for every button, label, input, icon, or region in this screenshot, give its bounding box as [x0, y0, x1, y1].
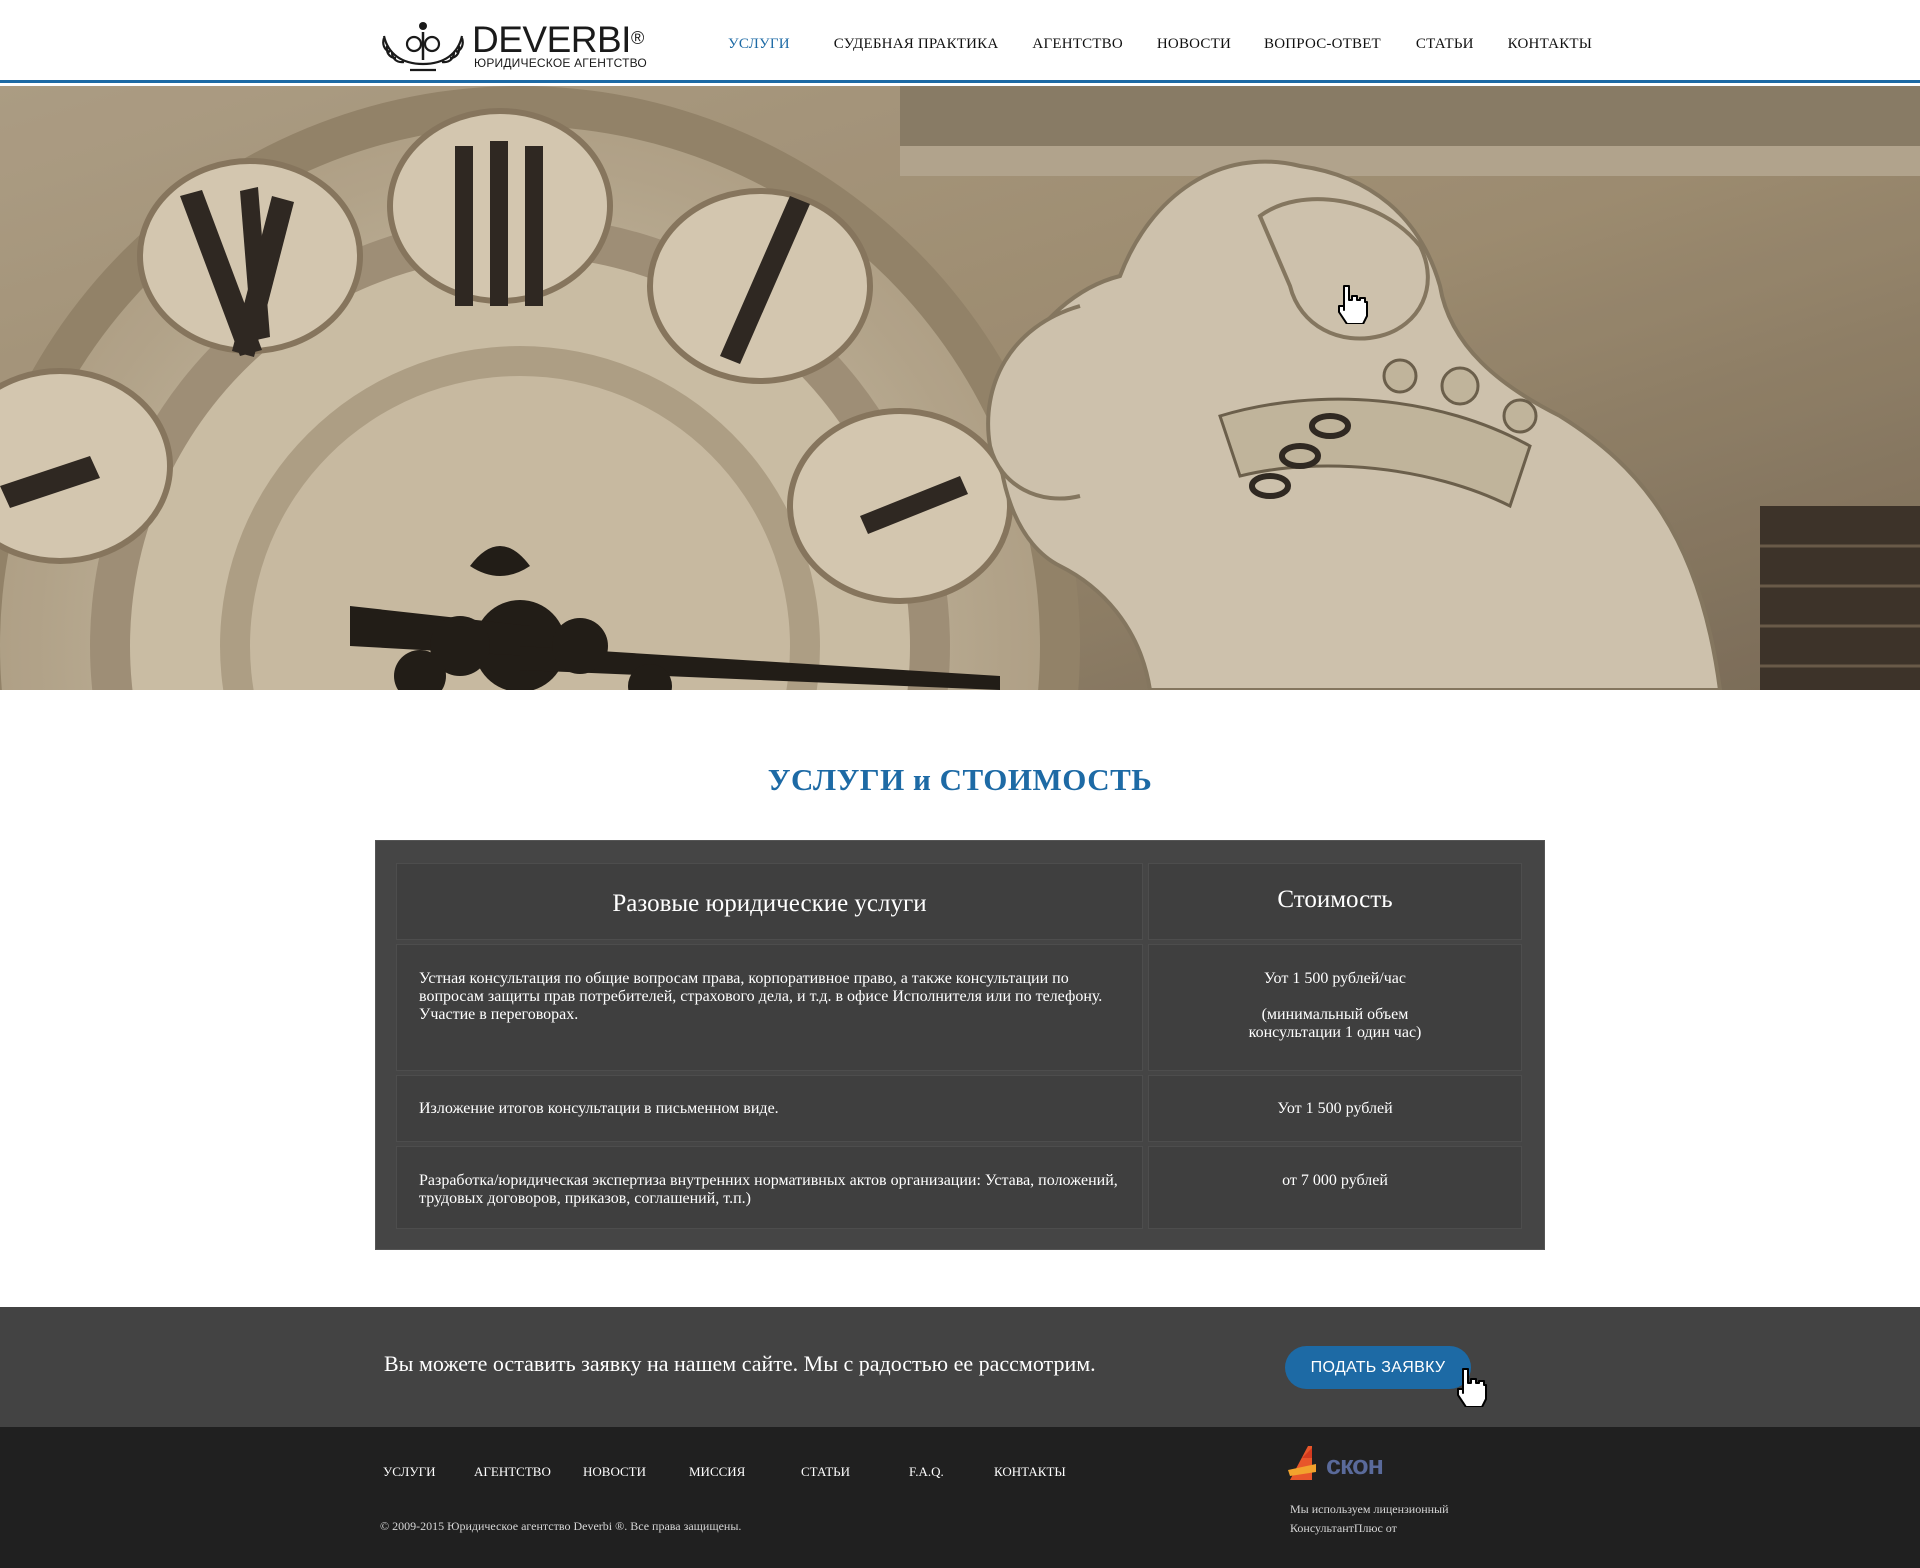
footer-link-faq[interactable]: F.A.Q. [909, 1464, 944, 1480]
nav-item-agency[interactable]: АГЕНТСТВО [1032, 36, 1122, 56]
nav-item-articles[interactable]: СТАТЬИ [1416, 36, 1474, 56]
table-row-service: Разработка/юридическая экспертиза внутре… [396, 1146, 1143, 1229]
table-header-service: Разовые юридические услуги [396, 863, 1143, 940]
nav-item-services[interactable]: УСЛУГИ [728, 36, 790, 56]
site-header: DEVERBI® ЮРИДИЧЕСКОЕ АГЕНТСТВО УСЛУГИ СУ… [0, 0, 1920, 83]
footer-link-articles[interactable]: СТАТЬИ [801, 1464, 850, 1480]
site-footer: УСЛУГИ АГЕНТСТВО НОВОСТИ МИССИЯ СТАТЬИ F… [0, 1427, 1920, 1568]
askon-wordmark: скон [1326, 1450, 1384, 1480]
logo[interactable]: DEVERBI® ЮРИДИЧЕСКОЕ АГЕНТСТВО [380, 16, 650, 74]
table-row-service: Устная консультация по общие вопросам пр… [396, 944, 1143, 1071]
table-row-price: Уот 1 500 рублей/час (минимальный объем … [1148, 944, 1522, 1071]
submit-request-button[interactable]: ПОДАТЬ ЗАЯВКУ [1285, 1346, 1471, 1389]
services-table: Разовые юридические услуги Стоимость Уст… [375, 840, 1545, 1250]
consultant-plus-note: Мы используем лицензионный КонсультантПл… [1290, 1502, 1449, 1535]
footer-link-mission[interactable]: МИССИЯ [689, 1464, 745, 1480]
price-note: (минимальный объем консультации 1 один ч… [1248, 1006, 1422, 1041]
nav-item-faq[interactable]: ВОПРОС-ОТВЕТ [1264, 36, 1381, 56]
nav-item-court-practice[interactable]: СУДЕБНАЯ ПРАКТИКА [834, 36, 999, 56]
laurel-emblem-icon [382, 22, 464, 72]
section-title: УСЛУГИ и СТОИМОСТЬ [767, 762, 1153, 797]
hero-banner [0, 86, 1920, 690]
footer-link-news[interactable]: НОВОСТИ [583, 1464, 646, 1480]
table-header-price: Стоимость [1148, 863, 1522, 940]
logo-wordmark: DEVERBI® [472, 19, 644, 60]
copyright-text: © 2009-2015 Юридическое агентство Deverb… [380, 1519, 742, 1533]
footer-link-contacts[interactable]: КОНТАКТЫ [994, 1464, 1066, 1480]
askon-a-icon [1288, 1446, 1316, 1480]
clock-and-horse-sculpture-photo-icon [0, 86, 1920, 690]
table-row-price: от 7 000 рублей [1148, 1146, 1522, 1229]
nav-item-contacts[interactable]: КОНТАКТЫ [1508, 36, 1592, 56]
request-callout: Вы можете оставить заявку на нашем сайте… [0, 1307, 1920, 1427]
table-row-service: Изложение итогов консультации в письменн… [396, 1075, 1143, 1142]
callout-text: Вы можете оставить заявку на нашем сайте… [384, 1351, 1096, 1376]
price-value: Уот 1 500 рублей/час [1264, 970, 1406, 987]
footer-link-agency[interactable]: АГЕНТСТВО [474, 1464, 551, 1480]
main-nav: УСЛУГИ СУДЕБНАЯ ПРАКТИКА АГЕНТСТВО НОВОС… [728, 36, 1592, 56]
footer-link-services[interactable]: УСЛУГИ [383, 1464, 435, 1480]
nav-item-news[interactable]: НОВОСТИ [1157, 36, 1231, 56]
logo-subtitle: ЮРИДИЧЕСКОЕ АГЕНТСТВО [474, 56, 647, 70]
askon-logo[interactable]: скон [1286, 1444, 1416, 1488]
table-row-price: Уот 1 500 рублей [1148, 1075, 1522, 1142]
